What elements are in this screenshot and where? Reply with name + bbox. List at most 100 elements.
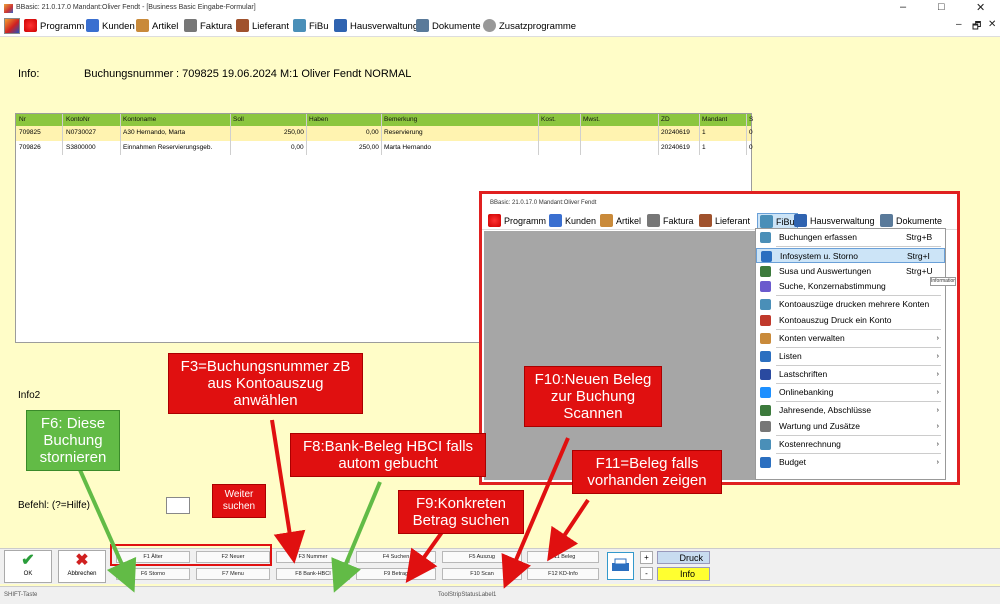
menu-item-listen[interactable]: Listen ›: [756, 349, 945, 364]
hausverwaltung-icon: [794, 214, 807, 227]
menu-item-kostenrechnung[interactable]: Kostenrechnung ›: [756, 437, 945, 452]
mdi-minimize-button[interactable]: –: [956, 19, 962, 30]
status-bar: SHIFT-Taste ToolStripStatusLabel1: [0, 586, 1000, 604]
info-button[interactable]: Info: [657, 567, 710, 581]
menu-item-susa[interactable]: Susa und Auswertungen Strg+U: [756, 264, 945, 279]
menu-item-jahresende[interactable]: Jahresende, Abschlüsse ›: [756, 403, 945, 418]
menu-item-budget[interactable]: Budget ›: [756, 455, 945, 470]
col-divider: [306, 114, 307, 155]
mdi-close-button[interactable]: ✕: [988, 19, 996, 30]
col-kontonr[interactable]: KontoNr: [66, 116, 90, 123]
menu-item-konten-verwalten[interactable]: Konten verwalten ›: [756, 331, 945, 346]
maximize-button[interactable]: □: [938, 1, 945, 13]
f3-button[interactable]: F3 Nummer: [276, 551, 350, 563]
menu-hausverwaltung[interactable]: Hausverwaltung: [334, 19, 418, 35]
app-icon[interactable]: [4, 18, 20, 34]
chevron-right-icon: ›: [936, 407, 939, 414]
f7-button[interactable]: F7 Menu: [196, 568, 270, 580]
dokumente-icon: [416, 19, 429, 32]
menu-item-onlinebanking[interactable]: Onlinebanking ›: [756, 385, 945, 400]
cell-kontoname: A30 Hernando, Marta: [123, 129, 186, 136]
col-mwst[interactable]: Mwst.: [583, 116, 600, 123]
menu-item-wartung[interactable]: Wartung und Zusätze ›: [756, 419, 945, 434]
kunden-icon: [86, 19, 99, 32]
minimize-button[interactable]: –: [900, 1, 906, 13]
f2-button[interactable]: F2 Neuer: [196, 551, 270, 563]
cell-nr: 709825: [19, 129, 41, 136]
cell-s: 0: [749, 144, 753, 151]
kunden-icon: [549, 214, 562, 227]
info2-label: Info2: [18, 390, 41, 401]
menu-item-infosystem[interactable]: Infosystem u. Storno Strg+I: [756, 248, 945, 263]
col-soll[interactable]: Soll: [233, 116, 244, 123]
menu-item-suche[interactable]: Suche, Konzernabstimmung: [756, 279, 945, 294]
menu-item-buchungen-erfassen[interactable]: Buchungen erfassen Strg+B: [756, 230, 945, 245]
hausverwaltung-icon: [334, 19, 347, 32]
mdi-restore-button[interactable]: 🗗: [972, 19, 981, 36]
cell-bemerkung: Reservierung: [384, 129, 423, 136]
inset-menu-hausverwaltung[interactable]: Hausverwaltung: [794, 213, 875, 229]
menu-item-kontoauszuege[interactable]: Kontoauszüge drucken mehrere Konten: [756, 297, 945, 312]
menu-lieferant[interactable]: Lieferant: [236, 19, 289, 35]
druck-button[interactable]: Druck: [657, 551, 710, 564]
f12-button[interactable]: F12 KD-Info: [527, 568, 599, 580]
lieferant-icon: [699, 214, 712, 227]
budget-icon: [760, 457, 771, 468]
f9-button[interactable]: F9 Betrag: [356, 568, 436, 580]
f5-button[interactable]: F5 Auszug: [442, 551, 522, 563]
menu-dokumente[interactable]: Dokumente: [416, 19, 481, 35]
menu-item-kontoauszug-druck[interactable]: Kontoauszug Druck ein Konto: [756, 313, 945, 328]
scan-button[interactable]: [607, 552, 634, 580]
wartung-icon: [760, 421, 771, 432]
inset-menu-programm[interactable]: Programm: [488, 213, 546, 229]
col-zd[interactable]: ZD: [661, 116, 670, 123]
befehl-input[interactable]: [166, 497, 190, 514]
menu-artikel[interactable]: Artikel: [136, 19, 178, 35]
cancel-button[interactable]: ✖ Abbrechen: [58, 550, 106, 583]
cell-kontoname: Einnahmen Reservierungsgeb.: [123, 144, 213, 151]
f11-button[interactable]: F11 Beleg: [527, 551, 599, 563]
col-s[interactable]: S: [749, 116, 753, 123]
print-icon: [760, 299, 771, 310]
col-divider: [230, 114, 231, 155]
col-kontoname[interactable]: Kontoname: [123, 116, 156, 123]
inset-menu-kunden[interactable]: Kunden: [549, 213, 596, 229]
plus-button[interactable]: +: [640, 551, 653, 564]
inset-menu-dokumente[interactable]: Dokumente: [880, 213, 942, 229]
inset-menu-lieferant[interactable]: Lieferant: [699, 213, 750, 229]
minus-button[interactable]: -: [640, 567, 653, 580]
col-kost[interactable]: Kost.: [541, 116, 556, 123]
chevron-right-icon: ›: [936, 423, 939, 430]
menu-programm[interactable]: Programm: [24, 19, 84, 35]
callout-f8: F8:Bank-Beleg HBCI falls autom gebucht: [290, 433, 486, 477]
close-button[interactable]: ✕: [976, 1, 985, 14]
inset-menu-artikel[interactable]: Artikel: [600, 213, 641, 229]
menu-kunden[interactable]: Kunden: [86, 19, 135, 35]
f1-button[interactable]: F1 Älter: [116, 551, 190, 563]
menu-fibu[interactable]: FiBu: [293, 19, 329, 35]
f8-button[interactable]: F8 Bank-HBCI: [276, 568, 350, 580]
cell-s: 0: [749, 129, 753, 136]
arrow-f3: [270, 419, 306, 564]
buchungsnummer-value: : 709825 19.06.2024 M:1 Oliver Fendt NOR…: [176, 68, 412, 80]
col-nr[interactable]: Nr: [19, 116, 26, 123]
ok-button[interactable]: ✔ OK: [4, 550, 52, 583]
programm-icon: [24, 19, 37, 32]
artikel-icon: [136, 19, 149, 32]
status-center: ToolStripStatusLabel1: [438, 592, 497, 598]
arrow-f11: [547, 498, 590, 562]
cell-mandant: 1: [702, 129, 706, 136]
col-bemerkung[interactable]: Bemerkung: [384, 116, 417, 123]
col-haben[interactable]: Haben: [309, 116, 328, 123]
menu-zusatzprogramme[interactable]: Zusatzprogramme: [483, 19, 576, 35]
menu-faktura[interactable]: Faktura: [184, 19, 232, 35]
inset-menu-fibu[interactable]: FiBu: [757, 213, 798, 229]
col-divider: [120, 114, 121, 155]
inset-menu-faktura[interactable]: Faktura: [647, 213, 694, 229]
f4-button[interactable]: F4 Suchen: [356, 551, 436, 563]
f10-button[interactable]: F10 Scan: [442, 568, 522, 580]
f6-button[interactable]: F6 Storno: [116, 568, 190, 580]
title-bar: BBasic: 21.0.17.0 Mandant:Oliver Fendt -…: [0, 0, 1000, 16]
menu-item-lastschriften[interactable]: Lastschriften ›: [756, 367, 945, 382]
col-mandant[interactable]: Mandant: [702, 116, 727, 123]
